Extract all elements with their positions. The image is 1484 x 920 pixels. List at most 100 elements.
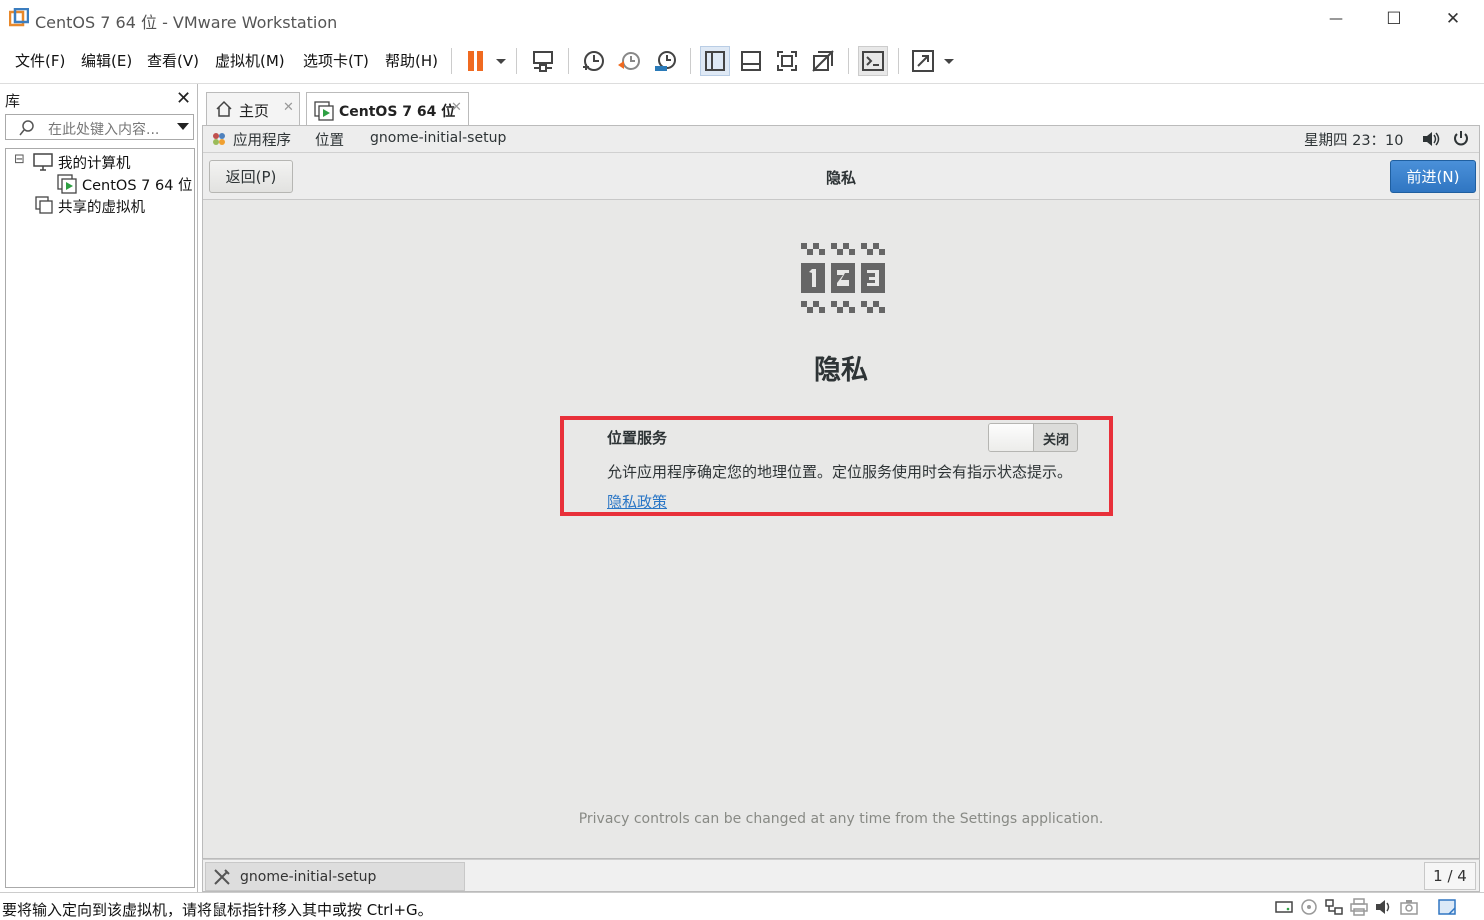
tab-centos[interactable]: CentOS 7 64 位 ✕ (306, 92, 469, 126)
toggle-state-label: 关闭 (1042, 433, 1069, 448)
unity-disabled-icon (812, 50, 834, 72)
collapse-toggle-icon[interactable]: ⊟ (14, 152, 25, 167)
applications-menu[interactable]: 应用程序 (233, 129, 291, 150)
fullscreen-icon (777, 51, 797, 71)
snapshot-button[interactable] (578, 46, 608, 76)
tree-item-shared-vms[interactable]: 共享的虚拟机 (58, 196, 145, 217)
maximize-button[interactable]: ☐ (1371, 0, 1417, 38)
snapshot-clock-icon (583, 51, 604, 71)
vm-running-icon (314, 101, 334, 121)
search-placeholder: 在此处键入内容... (48, 122, 160, 138)
location-services-toggle[interactable]: 关闭 (988, 423, 1078, 452)
power-icon[interactable] (1453, 130, 1469, 147)
console-view-button[interactable] (858, 46, 888, 76)
toolbar-separator (568, 48, 569, 74)
stretch-icon (912, 50, 954, 72)
tab-home-close-icon[interactable]: ✕ (283, 100, 294, 115)
revert-clock-icon (618, 52, 640, 70)
pause-icon (468, 51, 506, 71)
library-close-button[interactable]: ✕ (176, 88, 191, 109)
printer-icon[interactable] (1349, 898, 1369, 916)
minimize-button[interactable]: — (1313, 0, 1359, 38)
stretch-guest-dropdown-button[interactable] (908, 46, 956, 76)
tab-home[interactable]: 主页 ✕ (206, 92, 300, 126)
status-message: 要将输入定向到该虚拟机，请将鼠标指针移入其中或按 Ctrl+G。 (2, 901, 433, 919)
location-services-description: 允许应用程序确定您的地理位置。定位服务使用时会有指示状态提示。 (607, 463, 1073, 481)
privacy-numbers-icon (801, 243, 885, 313)
unity-mode-button[interactable] (808, 46, 838, 76)
bottom-panel-icon (741, 51, 761, 71)
shared-vms-icon (35, 196, 53, 214)
menu-vm[interactable]: 虚拟机(M) (215, 50, 285, 71)
toggle-knob (989, 424, 1034, 451)
gnome-foot-icon (213, 133, 225, 145)
search-icon (19, 120, 34, 136)
menu-view[interactable]: 查看(V) (147, 50, 199, 71)
menu-tabs[interactable]: 选项卡(T) (303, 50, 369, 71)
places-menu[interactable]: 位置 (315, 129, 344, 150)
show-library-button[interactable] (700, 46, 730, 76)
privacy-policy-link[interactable]: 隐私政策 (607, 491, 667, 512)
close-window-button[interactable]: ✕ (1430, 0, 1476, 38)
sidebar-layout-icon (705, 51, 725, 71)
network-adapter-icon[interactable] (1324, 898, 1344, 916)
tab-centos-label: CentOS 7 64 位 (339, 104, 456, 120)
terminal-icon (862, 51, 884, 71)
title-bar: CentOS 7 64 位 - VMware Workstation — ☐ ✕ (0, 0, 1484, 38)
snapshot-manager-icon (655, 51, 676, 71)
guest-taskbar: gnome-initial-setup 1 / 4 (202, 859, 1480, 892)
toolbar-separator (690, 48, 691, 74)
page-heading: 隐私 (814, 355, 868, 386)
tools-icon (214, 869, 230, 885)
revert-snapshot-button[interactable] (614, 46, 644, 76)
workspace-counter[interactable]: 1 / 4 (1424, 862, 1476, 890)
header-title: 隐私 (825, 169, 856, 187)
volume-icon[interactable] (1422, 131, 1440, 147)
tab-home-label: 主页 (239, 102, 270, 120)
clock[interactable]: 星期四 23：10 (1304, 129, 1404, 150)
hard-disk-icon[interactable] (1274, 898, 1294, 916)
sound-card-icon[interactable] (1374, 898, 1394, 916)
menu-edit[interactable]: 编辑(E) (81, 50, 132, 71)
network-computer-icon (533, 51, 553, 72)
settings-footer-note: Privacy controls can be changed at any t… (578, 811, 1104, 827)
toolbar-separator (516, 48, 517, 74)
window-title: CentOS 7 64 位 - VMware Workstation (35, 13, 338, 32)
guest-display[interactable]: 应用程序 位置 gnome-initial-setup 星期四 23：10 返回… (202, 125, 1480, 859)
location-services-label: 位置服务 (607, 429, 668, 447)
taskbar-window-item[interactable]: gnome-initial-setup (205, 862, 465, 891)
tree-item-centos-vm[interactable]: CentOS 7 64 位 (82, 174, 193, 195)
active-app-name[interactable]: gnome-initial-setup (370, 130, 506, 146)
cd-dvd-icon[interactable] (1299, 898, 1319, 916)
thumbnail-bar-button[interactable] (736, 46, 766, 76)
full-screen-button[interactable] (772, 46, 802, 76)
tab-centos-close-icon[interactable]: ✕ (451, 100, 462, 115)
library-search-input[interactable]: 在此处键入内容... (5, 114, 194, 140)
menu-help[interactable]: 帮助(H) (385, 50, 438, 71)
home-icon (216, 100, 232, 117)
snapshot-manager-button[interactable] (650, 46, 680, 76)
pause-dropdown-button[interactable] (460, 46, 508, 76)
menu-bar: 文件(F) 编辑(E) 查看(V) 虚拟机(M) 选项卡(T) 帮助(H) (0, 38, 1484, 84)
next-button[interactable]: 前进(N) (1390, 160, 1476, 193)
camera-icon[interactable] (1399, 898, 1419, 916)
chevron-down-icon[interactable] (177, 123, 189, 131)
computer-icon (33, 153, 53, 171)
library-tree: ⊟ 我的计算机 CentOS 7 64 位 共享的虚拟机 (5, 148, 195, 888)
send-ctrl-alt-del-button[interactable] (528, 46, 558, 76)
library-panel: 库 ✕ 在此处键入内容... ⊟ 我的计算机 CentOS 7 64 位 共享的… (0, 84, 198, 892)
library-title: 库 (5, 92, 21, 110)
tree-item-my-computer[interactable]: 我的计算机 (58, 152, 131, 173)
setup-header-bar: 返回(P) 隐私 前进(N) (203, 153, 1479, 200)
vmware-logo-icon (9, 8, 29, 27)
gnome-top-bar: 应用程序 位置 gnome-initial-setup 星期四 23：10 (203, 126, 1479, 153)
tab-strip: 主页 ✕ CentOS 7 64 位 ✕ (202, 88, 1480, 126)
taskbar-item-label: gnome-initial-setup (240, 869, 377, 885)
toolbar-separator (451, 48, 452, 74)
status-bar: 要将输入定向到该虚拟机，请将鼠标指针移入其中或按 Ctrl+G。 (0, 892, 1484, 920)
menu-file[interactable]: 文件(F) (15, 50, 65, 71)
message-log-icon[interactable] (1437, 898, 1457, 916)
toolbar-separator (898, 48, 899, 74)
vm-running-icon (57, 174, 77, 194)
toolbar-separator (848, 48, 849, 74)
